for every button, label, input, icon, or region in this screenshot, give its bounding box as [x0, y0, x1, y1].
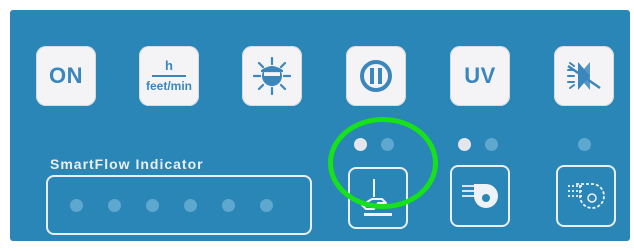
speed-unit-top: h — [165, 58, 173, 73]
status-led — [485, 138, 498, 151]
speed-unit-icon: h feet/min — [146, 59, 192, 93]
pause-button[interactable] — [346, 46, 406, 106]
sash-hand-icon — [361, 179, 392, 216]
blower-off-button[interactable] — [556, 165, 616, 227]
sash-position-button[interactable] — [348, 167, 408, 229]
pause-icon — [360, 60, 392, 92]
blower-leds — [458, 138, 498, 151]
light-button[interactable] — [242, 46, 302, 106]
status-led — [578, 138, 591, 151]
indicator-dot — [222, 199, 235, 212]
fan-off-icon — [567, 62, 601, 90]
status-led — [381, 138, 394, 151]
on-button[interactable]: ON — [36, 46, 96, 106]
speed-unit-button[interactable]: h feet/min — [139, 46, 199, 106]
fan-off-button[interactable] — [554, 46, 614, 106]
speed-unit-divider — [151, 75, 186, 77]
smartflow-dots — [70, 199, 273, 212]
speed-unit-bottom: feet/min — [145, 79, 192, 93]
status-led — [354, 138, 367, 151]
blower-off-leds — [578, 138, 591, 151]
smartflow-indicator-label: SmartFlow Indicator — [50, 156, 204, 172]
status-led — [458, 138, 471, 151]
smartflow-indicator — [46, 175, 312, 235]
blower-off-icon — [568, 183, 605, 209]
indicator-dot — [70, 199, 83, 212]
indicator-dot — [184, 199, 197, 212]
blower-button[interactable] — [450, 165, 510, 227]
light-bulb-icon — [252, 56, 292, 96]
pause-leds — [354, 138, 394, 151]
control-panel: ON h feet/min UV SmartFlow Indicator — [10, 10, 630, 241]
uv-button[interactable]: UV — [450, 46, 510, 106]
indicator-dot — [260, 199, 273, 212]
indicator-dot — [108, 199, 121, 212]
uv-label: UV — [464, 63, 496, 88]
indicator-dot — [146, 199, 159, 212]
on-label: ON — [49, 63, 83, 88]
blower-on-icon — [462, 184, 498, 208]
